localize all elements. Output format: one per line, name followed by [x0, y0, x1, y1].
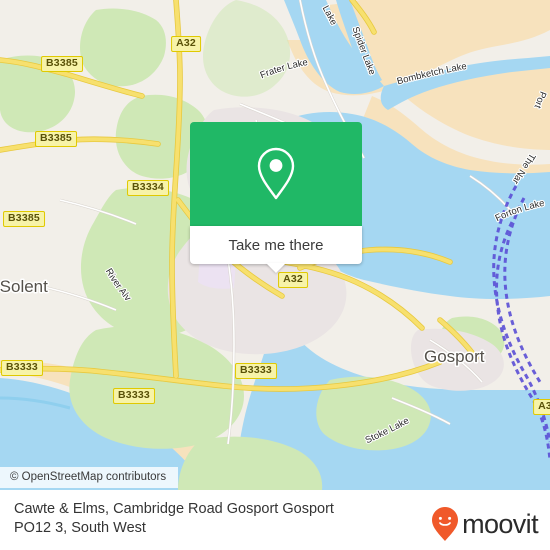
- address-line-1: Cawte & Elms, Cambridge Road Gosport Gos…: [14, 501, 334, 517]
- road-shield-a3: A3: [533, 399, 550, 415]
- map-label-gosport: Gosport: [424, 347, 485, 366]
- moovit-logo[interactable]: moovit: [430, 506, 539, 542]
- moovit-pin-icon: [432, 507, 459, 541]
- road-shield-b3333-mid: B3333: [235, 363, 277, 379]
- address-text: Cawte & Elms, Cambridge Road Gosport Gos…: [14, 500, 404, 538]
- popup-pointer: [266, 263, 286, 273]
- osm-attribution[interactable]: © OpenStreetMap contributors: [0, 467, 179, 488]
- take-me-there-label: Take me there: [228, 236, 324, 254]
- map-label-solent: -Solent: [0, 277, 48, 296]
- road-shield-b3385-a: B3385: [41, 56, 83, 72]
- map-pin-icon: [257, 147, 295, 200]
- road-shield-b3334: B3334: [127, 180, 169, 196]
- footer-bar: Cawte & Elms, Cambridge Road Gosport Gos…: [0, 490, 550, 550]
- moovit-map-screenshot: Gosport -Solent Frater Lake Spider Lake …: [0, 0, 550, 550]
- address-line-2: PO12 3, South West: [14, 520, 146, 536]
- popup-action-bar[interactable]: Take me there: [190, 226, 362, 273]
- popup-header: [190, 122, 362, 226]
- map-canvas[interactable]: Gosport -Solent Frater Lake Spider Lake …: [0, 0, 550, 490]
- road-shield-b3333-west: B3333: [1, 360, 43, 376]
- road-shield-b3385-c: B3385: [3, 211, 45, 227]
- road-shield-a32-north: A32: [171, 36, 201, 52]
- road-shield-b3333-south: B3333: [113, 388, 155, 404]
- moovit-wordmark: moovit: [462, 508, 539, 539]
- location-popup[interactable]: Take me there: [190, 122, 362, 273]
- road-shield-b3385-b: B3385: [35, 131, 77, 147]
- road-shield-a32-central: A32: [278, 272, 308, 288]
